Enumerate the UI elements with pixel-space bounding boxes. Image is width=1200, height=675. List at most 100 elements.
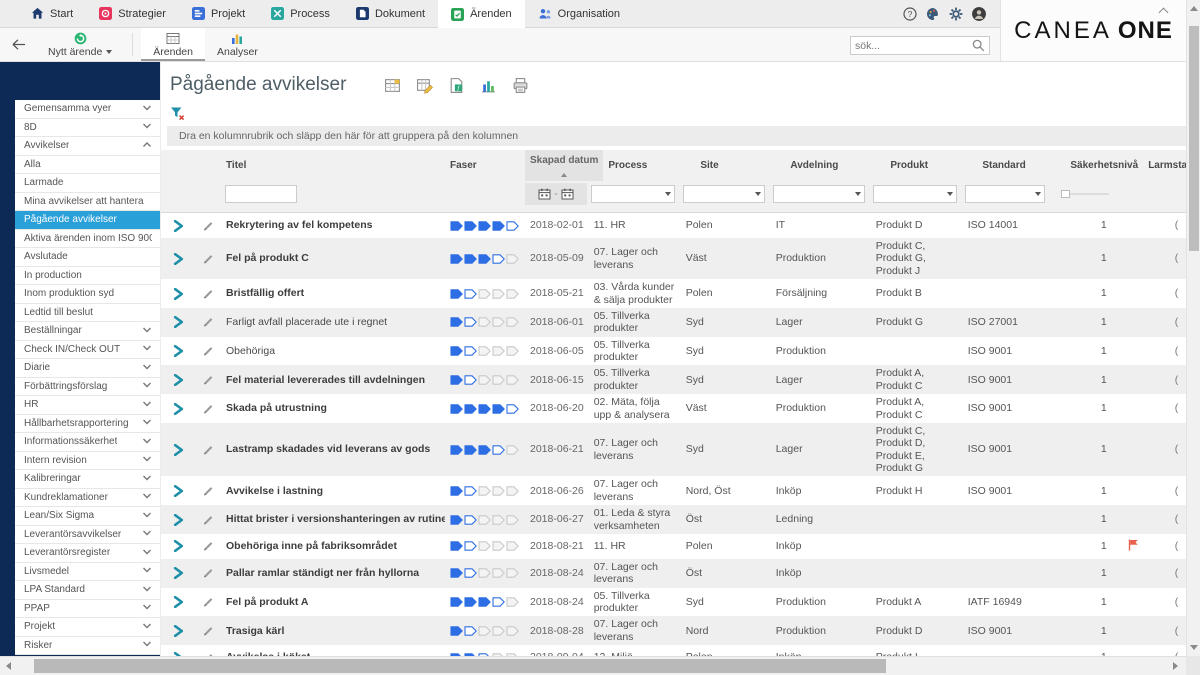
nav-tab-strategier[interactable]: Strategier (86, 0, 179, 27)
expand-row-icon[interactable] (173, 220, 184, 232)
column-header-site[interactable]: Site (695, 150, 785, 181)
edit-pencil-icon[interactable] (203, 220, 214, 232)
search-icon[interactable] (972, 39, 985, 52)
back-button[interactable] (0, 28, 36, 61)
horizontal-scrollbar-thumb[interactable] (34, 659, 886, 673)
sidebar-item-leverant-rsregister[interactable]: Leverantörsregister (15, 544, 160, 563)
theme-icon[interactable] (926, 7, 940, 21)
expand-row-icon[interactable] (173, 345, 184, 357)
table-row[interactable]: Farligt avfall placerade ute i regnet201… (161, 308, 1186, 337)
edit-pencil-icon[interactable] (203, 253, 214, 265)
expand-row-icon[interactable] (173, 374, 184, 386)
edit-pencil-icon[interactable] (203, 444, 214, 456)
sidebar-item-projekt[interactable]: Projekt (15, 618, 160, 637)
expand-row-icon[interactable] (173, 316, 184, 328)
new-case-button[interactable]: Nytt ärende (36, 28, 124, 61)
table-row[interactable]: Obehöriga2018-06-0505. Tillverka produkt… (161, 337, 1186, 366)
column-header-standard[interactable]: Standard (977, 150, 1065, 181)
avdelning-filter-select[interactable] (773, 185, 865, 203)
scroll-right-icon[interactable] (1173, 662, 1178, 670)
nav-tab-dokument[interactable]: Dokument (343, 0, 438, 27)
edit-pencil-icon[interactable] (203, 403, 214, 415)
edit-pencil-icon[interactable] (203, 596, 214, 608)
sidebar-item-informationss-kerhet[interactable]: Informationssäkerhet (15, 433, 160, 452)
expand-row-icon[interactable] (173, 540, 184, 552)
sidebar-item-larmade[interactable]: Larmade (15, 174, 160, 193)
sidebar-item-check-in-check-out[interactable]: Check IN/Check OUT (15, 341, 160, 360)
sidebar-item-risker[interactable]: Risker (15, 637, 160, 656)
vertical-scrollbar-thumb[interactable] (1189, 26, 1199, 251)
column-header-sakerhetsniva[interactable]: Säkerhetsnivå (1065, 150, 1143, 181)
expand-row-icon[interactable] (173, 288, 184, 300)
sidebar-item-aktiva-renden-inom-iso-9001[interactable]: Aktiva ärenden inom ISO 9001 (15, 230, 160, 249)
process-filter-select[interactable] (591, 185, 675, 203)
edit-pencil-icon[interactable] (203, 374, 214, 386)
scroll-up-icon[interactable] (1190, 6, 1198, 11)
settings-icon[interactable] (949, 7, 963, 21)
collapse-header-icon[interactable] (1159, 6, 1168, 15)
slider-handle[interactable] (1061, 190, 1070, 198)
table-row[interactable]: Hittat brister i versionshanteringen av … (161, 505, 1186, 534)
edit-pencil-icon[interactable] (203, 345, 214, 357)
sidebar-item-ledtid-till-beslut[interactable]: Ledtid till beslut (15, 304, 160, 323)
column-header-title[interactable]: Titel (221, 150, 445, 181)
sidebar-item-leverant-rsavvikelser[interactable]: Leverantörsavvikelser (15, 526, 160, 545)
group-by-bar[interactable]: Dra en kolumnrubrik och släpp den här fö… (167, 126, 1186, 146)
site-filter-select[interactable] (683, 185, 765, 203)
clear-filter-icon[interactable] (170, 106, 185, 121)
column-header-larmstatus[interactable]: Larmstatus (1143, 150, 1186, 181)
titel-filter-input[interactable] (225, 185, 297, 203)
expand-row-icon[interactable] (173, 485, 184, 497)
edit-pencil-icon[interactable] (203, 514, 214, 526)
sidebar-item-mina-avvikelser-att-hantera[interactable]: Mina avvikelser att hantera (15, 193, 160, 212)
sidebar-item-avslutade[interactable]: Avslutade (15, 248, 160, 267)
sidebar-item-h-llbarhetsrapportering[interactable]: Hållbarhetsrapportering (15, 415, 160, 434)
sidebar-item-kundreklamationer[interactable]: Kundreklamationer (15, 489, 160, 508)
sidebar-item-kalibreringar[interactable]: Kalibreringar (15, 470, 160, 489)
edit-pencil-icon[interactable] (203, 316, 214, 328)
column-header-avdelning[interactable]: Avdelning (785, 150, 885, 181)
sidebar-item-diarie[interactable]: Diarie (15, 359, 160, 378)
table-row[interactable]: Avvikelse i lastning2018-06-2607. Lager … (161, 476, 1186, 505)
nav-tab-renden[interactable]: Ärenden (438, 0, 525, 28)
edit-pencil-icon[interactable] (203, 485, 214, 497)
sidebar-item-lpa-standard[interactable]: LPA Standard (15, 581, 160, 600)
edit-pencil-icon[interactable] (203, 625, 214, 637)
excel-export-icon[interactable]: f (448, 77, 465, 94)
expand-row-icon[interactable] (173, 625, 184, 637)
sidebar-item-livsmedel[interactable]: Livsmedel (15, 563, 160, 582)
table-row[interactable]: Bristfällig offert2018-05-2103. Vårda ku… (161, 279, 1186, 308)
search-input[interactable] (855, 40, 972, 52)
table-row[interactable]: Obehöriga inne på fabriksområdet2018-08-… (161, 534, 1186, 559)
standard-filter-select[interactable] (965, 185, 1045, 203)
bar-chart-icon[interactable] (480, 77, 497, 94)
column-header-produkt[interactable]: Produkt (885, 150, 977, 181)
column-header-date[interactable]: Skapad datum (525, 150, 603, 181)
grid-edit-icon[interactable] (416, 77, 433, 94)
table-row[interactable]: Fel material levererades till avdelninge… (161, 365, 1186, 394)
sidebar-item-lean-six-sigma[interactable]: Lean/Six Sigma (15, 507, 160, 526)
sidebar-item-inom-produktion-syd[interactable]: Inom produktion syd (15, 285, 160, 304)
sidebar-item-f-rb-ttringsf-rslag[interactable]: Förbättringsförslag (15, 378, 160, 397)
sidebar-item-8d[interactable]: 8D (15, 119, 160, 138)
avatar[interactable] (972, 7, 986, 21)
table-row[interactable]: Trasiga kärl2018-08-2807. Lager och leve… (161, 616, 1186, 645)
calendar-icon[interactable] (561, 188, 574, 200)
tab-renden[interactable]: Ärenden (141, 28, 205, 61)
tab-analyser[interactable]: Analyser (205, 28, 270, 61)
sidebar-item-in-production[interactable]: In production (15, 267, 160, 286)
sidebar-item-hr[interactable]: HR (15, 396, 160, 415)
sidebar-item-intern-revision[interactable]: Intern revision (15, 452, 160, 471)
expand-row-icon[interactable] (173, 596, 184, 608)
scroll-left-icon[interactable] (6, 662, 11, 670)
expand-row-icon[interactable] (173, 514, 184, 526)
table-row[interactable]: Fel på produkt A2018-08-2405. Tillverka … (161, 588, 1186, 617)
help-icon[interactable]: ? (903, 7, 917, 21)
table-row[interactable]: Fel på produkt C2018-05-0907. Lager och … (161, 238, 1186, 279)
horizontal-scrollbar[interactable] (0, 656, 1186, 675)
column-header-process[interactable]: Process (603, 150, 695, 181)
vertical-scrollbar[interactable] (1186, 0, 1200, 656)
table-row[interactable]: Rekrytering av fel kompetens2018-02-0111… (161, 213, 1186, 238)
sidebar-item-avvikelser[interactable]: Avvikelser (15, 137, 160, 156)
edit-pencil-icon[interactable] (203, 567, 214, 579)
